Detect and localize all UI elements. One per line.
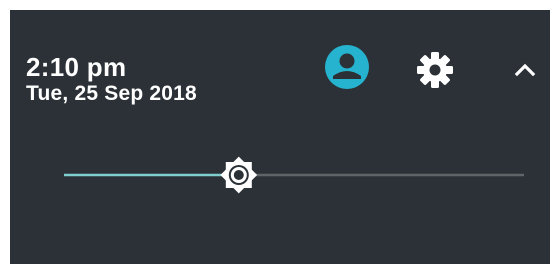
user-account-icon[interactable] xyxy=(324,44,370,90)
date-label[interactable]: Tue, 25 Sep 2018 xyxy=(26,82,197,106)
gear-icon[interactable] xyxy=(415,50,455,90)
brightness-slider[interactable] xyxy=(50,155,540,195)
quick-settings-panel: 2:10 pm Tue, 25 Sep 2018 xyxy=(10,10,550,264)
clock-time[interactable]: 2:10 pm xyxy=(26,52,126,83)
chevron-up-icon[interactable] xyxy=(510,55,540,85)
brightness-icon[interactable] xyxy=(220,156,258,194)
